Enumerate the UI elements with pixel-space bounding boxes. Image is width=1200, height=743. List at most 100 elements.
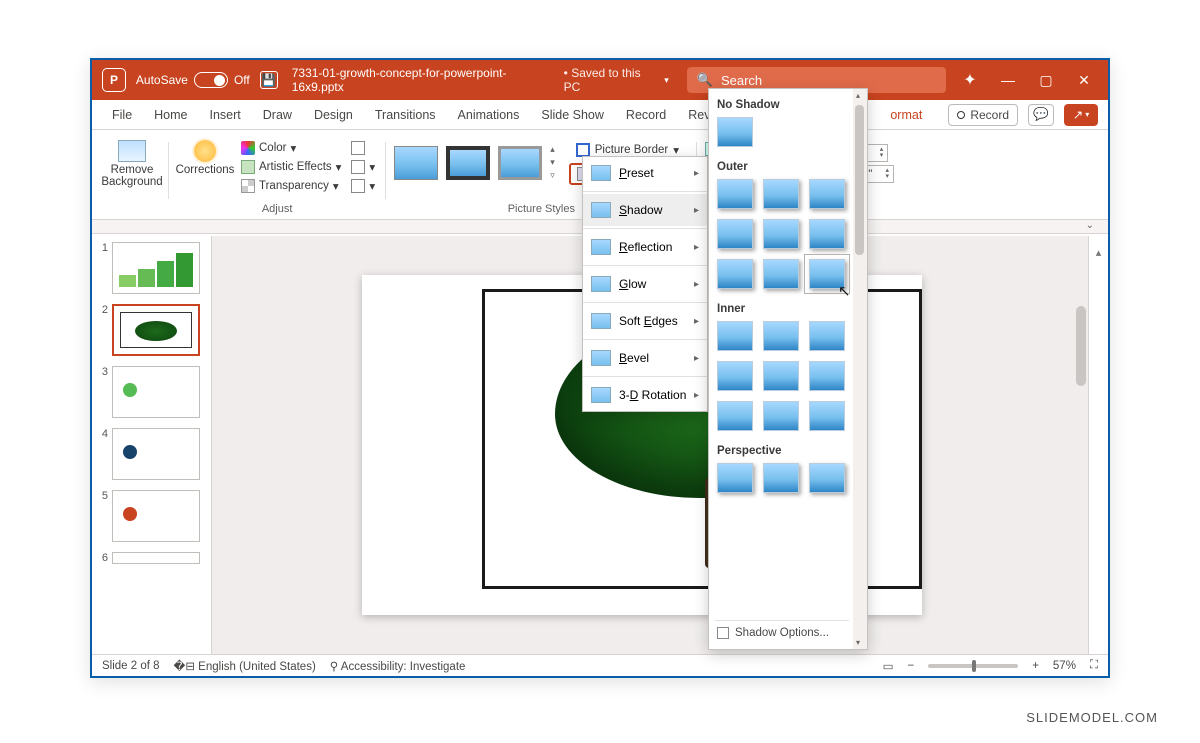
save-button[interactable]: 💾 xyxy=(260,71,278,89)
reset-icon xyxy=(351,179,365,193)
autosave-state: Off xyxy=(234,73,250,87)
shadow-inner-7[interactable] xyxy=(717,401,753,431)
slide-thumbnail-1[interactable] xyxy=(112,242,200,294)
checkbox-icon xyxy=(717,627,729,639)
compress-pictures-button[interactable] xyxy=(349,140,377,156)
watermark: SLIDEMODEL.COM xyxy=(1026,710,1158,725)
shadow-options-button[interactable]: Shadow Options... xyxy=(715,620,849,645)
shadow-inner-3[interactable] xyxy=(809,321,845,351)
zoom-level[interactable]: 57% xyxy=(1053,660,1076,672)
coming-soon-icon[interactable]: ✦ xyxy=(962,72,978,88)
menu-soft-edges[interactable]: Soft Edges▸ xyxy=(583,305,707,337)
vertical-scrollbar[interactable] xyxy=(1072,236,1088,654)
shadow-outer-6[interactable] xyxy=(809,219,845,249)
menu-preset[interactable]: Preset▸ xyxy=(583,157,707,189)
zoom-slider[interactable] xyxy=(928,664,1018,668)
reset-picture-button[interactable]: ▾ xyxy=(349,178,377,194)
slide-thumbnail-4[interactable] xyxy=(112,428,200,480)
style-gallery-more[interactable]: ▿ xyxy=(550,170,555,181)
tab-transitions[interactable]: Transitions xyxy=(365,102,446,128)
chevron-down-icon[interactable]: ▾ xyxy=(664,75,669,86)
style-gallery-down[interactable]: ▾ xyxy=(550,157,555,168)
change-picture-button[interactable]: ▾ xyxy=(349,159,377,175)
tab-slide-show[interactable]: Slide Show xyxy=(531,102,614,128)
slide-indicator[interactable]: Slide 2 of 8 xyxy=(102,660,160,672)
tab-record[interactable]: Record xyxy=(616,102,676,128)
shadow-perspective-3[interactable] xyxy=(809,463,845,493)
shadow-outer-4[interactable] xyxy=(717,219,753,249)
shadow-outer-8[interactable] xyxy=(763,259,799,289)
artistic-effects-button[interactable]: Artistic Effects ▾ xyxy=(239,159,343,175)
tab-animations[interactable]: Animations xyxy=(448,102,530,128)
view-normal-button[interactable]: ▭ xyxy=(883,659,894,673)
menu-glow[interactable]: Glow▸ xyxy=(583,268,707,300)
adjust-group-label: Adjust xyxy=(177,203,377,217)
close-button[interactable]: ✕ xyxy=(1076,72,1092,88)
search-icon: 🔍 xyxy=(697,72,713,88)
shadow-inner-2[interactable] xyxy=(763,321,799,351)
tab-design[interactable]: Design xyxy=(304,102,363,128)
slide-thumbnail-2[interactable] xyxy=(112,304,200,356)
tab-insert[interactable]: Insert xyxy=(200,102,251,128)
shadow-outer-9[interactable]: ↖ xyxy=(809,259,845,289)
gallery-header-no-shadow: No Shadow xyxy=(715,95,861,117)
color-button[interactable]: Color ▾ xyxy=(239,140,343,156)
slide-thumbnail-3[interactable] xyxy=(112,366,200,418)
fit-to-window-button[interactable]: ⛶ xyxy=(1090,659,1098,672)
shadow-inner-6[interactable] xyxy=(809,361,845,391)
menu-bevel[interactable]: Bevel▸ xyxy=(583,342,707,374)
gallery-scrollbar[interactable]: ▴▾ xyxy=(853,89,867,649)
tab-home[interactable]: Home xyxy=(144,102,197,128)
tab-file[interactable]: File xyxy=(102,102,142,128)
change-picture-icon xyxy=(351,160,365,174)
zoom-out-button[interactable]: − xyxy=(907,660,914,672)
shadow-inner-9[interactable] xyxy=(809,401,845,431)
corrections-button[interactable]: Corrections xyxy=(177,136,233,176)
bevel-icon xyxy=(591,350,611,366)
rail-up-icon[interactable]: ▴ xyxy=(1096,246,1102,259)
menu-shadow[interactable]: Shadow▸ xyxy=(583,194,707,226)
shadow-inner-4[interactable] xyxy=(717,361,753,391)
tab-picture-format[interactable]: ormat xyxy=(888,102,932,128)
minimize-button[interactable]: — xyxy=(1000,72,1016,88)
shadow-none[interactable] xyxy=(717,117,753,147)
record-button[interactable]: Record xyxy=(948,104,1018,126)
filename-label[interactable]: 7331-01-growth-concept-for-powerpoint-16… xyxy=(292,66,558,94)
shadow-outer-1[interactable] xyxy=(717,179,753,209)
tab-draw[interactable]: Draw xyxy=(253,102,302,128)
language-button[interactable]: �⊟ English (United States) xyxy=(174,659,316,673)
shadow-gallery: No Shadow Outer ↖ Inner Perspective ▴▾ S… xyxy=(708,88,868,650)
slide-thumbnail-6[interactable] xyxy=(112,552,200,564)
comments-button[interactable]: 💬 xyxy=(1028,104,1054,126)
slide-thumbnail-panel[interactable]: 1 2 3 4 5 6 xyxy=(92,236,212,654)
maximize-button[interactable]: ▢ xyxy=(1038,72,1054,88)
style-gallery-up[interactable]: ▴ xyxy=(550,144,555,155)
shadow-perspective-1[interactable] xyxy=(717,463,753,493)
picture-style-2[interactable] xyxy=(446,146,490,180)
shadow-inner-8[interactable] xyxy=(763,401,799,431)
shadow-outer-5[interactable] xyxy=(763,219,799,249)
thumb-num: 5 xyxy=(96,490,108,542)
shadow-outer-7[interactable] xyxy=(717,259,753,289)
remove-background-button[interactable]: Remove Background xyxy=(104,136,160,188)
border-icon xyxy=(576,143,590,157)
remove-bg-icon xyxy=(118,140,146,162)
picture-style-3[interactable] xyxy=(498,146,542,180)
shadow-inner-1[interactable] xyxy=(717,321,753,351)
share-button[interactable]: ↗▾ xyxy=(1064,104,1098,126)
shadow-inner-5[interactable] xyxy=(763,361,799,391)
transparency-button[interactable]: Transparency ▾ xyxy=(239,178,343,194)
autosave-toggle[interactable]: AutoSave Off xyxy=(136,72,250,88)
shadow-outer-3[interactable] xyxy=(809,179,845,209)
thumb-num: 3 xyxy=(96,366,108,418)
sun-icon xyxy=(194,140,216,162)
zoom-in-button[interactable]: + xyxy=(1032,660,1039,672)
shadow-outer-2[interactable] xyxy=(763,179,799,209)
accessibility-button[interactable]: ⚲ Accessibility: Investigate xyxy=(330,659,466,673)
shadow-perspective-2[interactable] xyxy=(763,463,799,493)
slide-thumbnail-5[interactable] xyxy=(112,490,200,542)
picture-style-1[interactable] xyxy=(394,146,438,180)
menu-3d-rotation[interactable]: 3-D Rotation▸ xyxy=(583,379,707,411)
menu-reflection[interactable]: Reflection▸ xyxy=(583,231,707,263)
cursor-icon: ↖ xyxy=(838,282,851,300)
